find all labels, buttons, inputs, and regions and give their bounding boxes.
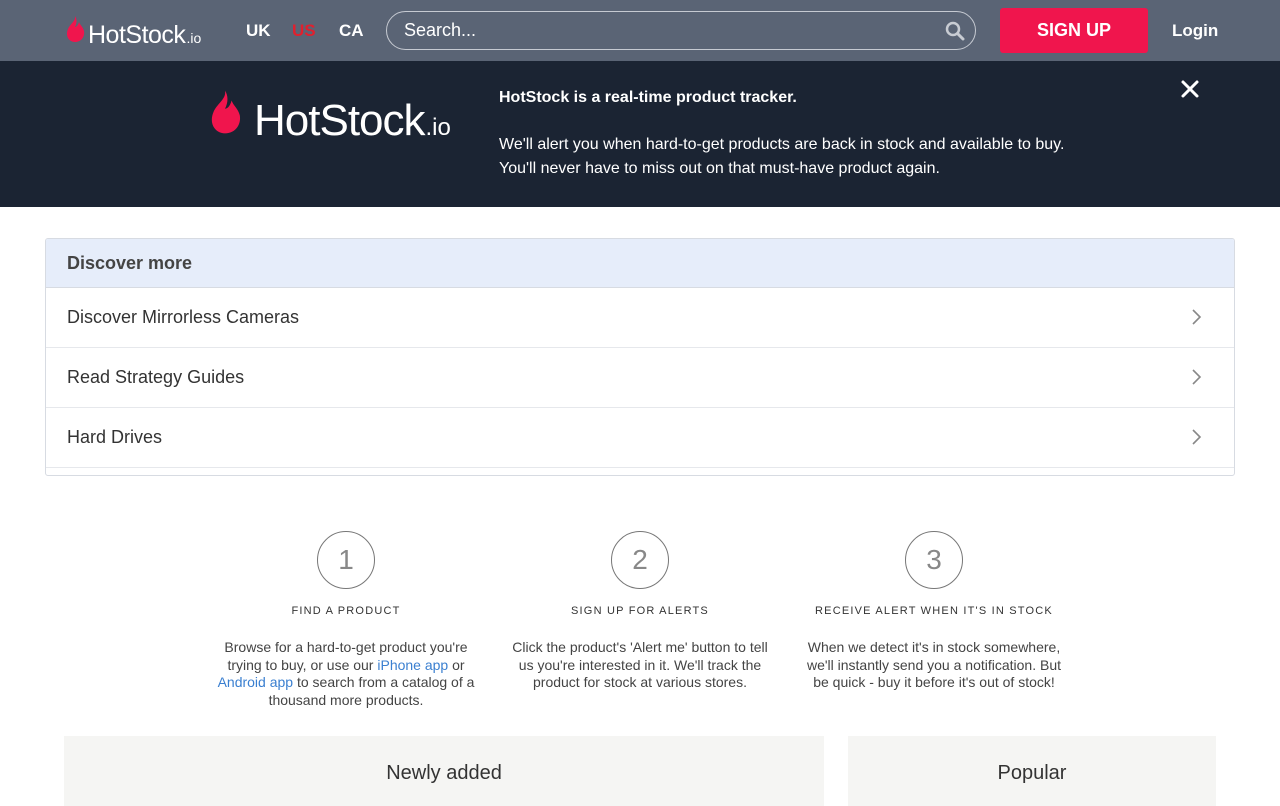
step-find-product: 1 FIND A PRODUCT Browse for a hard-to-ge…: [211, 531, 481, 709]
step-number-badge: 1: [317, 531, 375, 589]
top-navbar: HotStock .io UK US CA SIGN UP Login: [0, 0, 1280, 61]
popular-card: Popular: [848, 736, 1216, 806]
flame-logo-icon: [211, 90, 241, 134]
search-box: [386, 11, 976, 50]
step-number-badge: 2: [611, 531, 669, 589]
android-app-link[interactable]: Android app: [218, 674, 294, 690]
banner-line-1: We'll alert you when hard-to-get product…: [499, 136, 1065, 153]
step-receive-alert: 3 RECEIVE ALERT WHEN IT'S IN STOCK When …: [799, 531, 1069, 692]
chevron-right-icon: [1192, 369, 1202, 385]
banner-description: We'll alert you when hard-to-get product…: [499, 133, 1119, 181]
region-us-link[interactable]: US: [292, 21, 316, 41]
search-icon[interactable]: [945, 21, 965, 41]
site-logo[interactable]: HotStock .io: [64, 15, 202, 49]
step-description: Click the product's 'Alert me' button to…: [512, 639, 768, 690]
sign-up-button[interactable]: SIGN UP: [1000, 8, 1148, 53]
step-title: RECEIVE ALERT WHEN IT'S IN STOCK: [815, 605, 1053, 617]
banner-logo-tld: .io: [425, 114, 451, 141]
discover-item-label: Discover Mirrorless Cameras: [67, 307, 300, 327]
popular-heading: Popular: [997, 762, 1067, 784]
newly-added-heading: Newly added: [386, 762, 502, 784]
step-title: SIGN UP FOR ALERTS: [571, 605, 709, 617]
close-icon[interactable]: [1178, 77, 1202, 101]
flame-logo-icon: [66, 16, 85, 42]
step-description: Browse for a hard-to-get product you're …: [211, 639, 481, 709]
discover-more-title: Discover more: [46, 239, 1234, 288]
region-uk-link[interactable]: UK: [246, 21, 271, 41]
banner-logo-wordmark: HotStock: [254, 96, 426, 145]
search-input[interactable]: [404, 12, 944, 49]
chevron-right-icon: [1192, 309, 1202, 325]
step-sign-up-alerts: 2 SIGN UP FOR ALERTS Click the product's…: [505, 531, 775, 692]
step-text: to search from a catalog of a thousand m…: [268, 674, 475, 708]
logo-wordmark: HotStock: [88, 21, 186, 49]
step-title: FIND A PRODUCT: [291, 605, 401, 617]
login-link[interactable]: Login: [1172, 21, 1218, 41]
step-text: or: [448, 656, 465, 673]
discover-item-hard-drives[interactable]: Hard Drives: [46, 408, 1234, 468]
step-number-badge: 3: [905, 531, 963, 589]
banner-title: HotStock is a real-time product tracker.: [499, 89, 797, 106]
logo-tld: .io: [186, 30, 202, 46]
discover-item-strategy-guides[interactable]: Read Strategy Guides: [46, 348, 1234, 408]
discover-more-panel: Discover more Discover Mirrorless Camera…: [45, 238, 1235, 476]
banner-line-2: You'll never have to miss out on that mu…: [499, 160, 940, 177]
intro-banner: HotStock .io HotStock is a real-time pro…: [0, 61, 1280, 207]
discover-item-mirrorless-cameras[interactable]: Discover Mirrorless Cameras: [46, 288, 1234, 348]
discover-item-label: Hard Drives: [67, 427, 163, 447]
chevron-right-icon: [1192, 429, 1202, 445]
discover-item-label: Read Strategy Guides: [67, 367, 245, 387]
step-description: When we detect it's in stock somewhere, …: [806, 639, 1062, 690]
region-ca-link[interactable]: CA: [339, 21, 364, 41]
newly-added-card: Newly added: [64, 736, 824, 806]
iphone-app-link[interactable]: iPhone app: [377, 657, 448, 673]
banner-logo: HotStock .io: [206, 89, 451, 146]
